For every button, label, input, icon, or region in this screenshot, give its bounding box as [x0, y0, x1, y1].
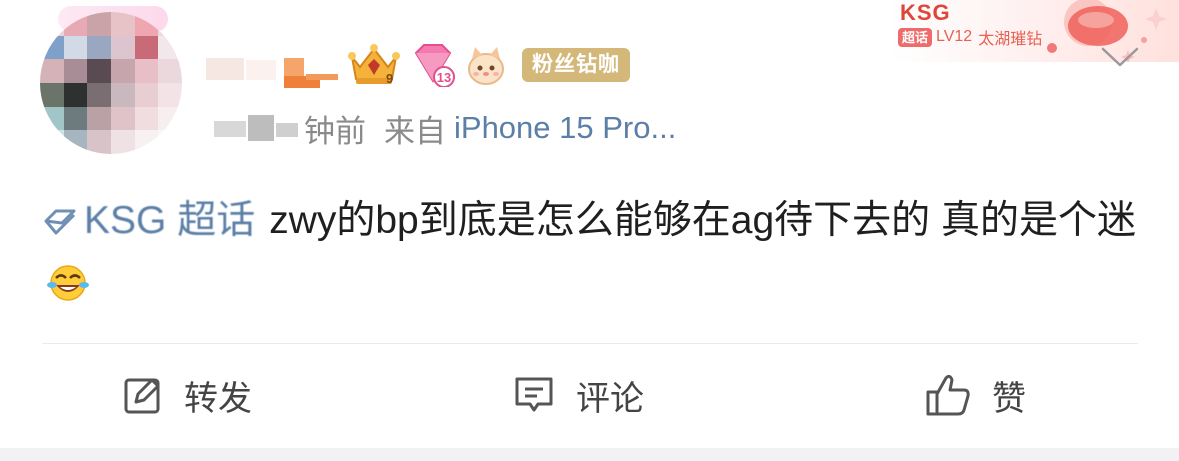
- comment-label: 评论: [576, 379, 644, 418]
- like-button[interactable]: 赞: [924, 372, 1026, 418]
- svg-text:9: 9: [386, 71, 393, 86]
- repost-button[interactable]: 转发: [122, 372, 252, 418]
- post-content: KSG 超话 zwy的bp到底是怎么能够在ag待下去的 真的是个迷: [42, 190, 1142, 314]
- user-badges: 9 13 粉丝钻咖: [346, 42, 630, 88]
- supertopic-tag: 超话: [898, 27, 933, 47]
- thumbs-up-icon: [926, 374, 970, 416]
- time-obscured: [214, 113, 302, 143]
- cat-mascot-icon[interactable]: [464, 43, 508, 87]
- weibo-post: 9 13 粉丝钻咖 钟前 来自 iPhone 15 Pro... KSG 超话 …: [0, 0, 1179, 448]
- supertopic-link[interactable]: KSG 超话: [42, 190, 255, 252]
- source-device[interactable]: iPhone 15 Pro...: [454, 110, 676, 146]
- repost-label: 转发: [184, 379, 252, 418]
- like-label: 赞: [992, 379, 1026, 418]
- post-meta: 钟前 来自 iPhone 15 Pro...: [214, 108, 676, 149]
- fan-tag-badge[interactable]: 粉丝钻咖: [522, 48, 630, 82]
- chevron-down-icon[interactable]: [1100, 44, 1140, 70]
- username-obscured[interactable]: [206, 50, 342, 90]
- fan-card-level-line: 超话 LV12 太湖璀钻: [898, 26, 1042, 48]
- divider: [42, 343, 1138, 344]
- avatar[interactable]: [40, 12, 182, 154]
- laugh-cry-emoji-icon: [47, 265, 89, 301]
- repost-icon: [124, 378, 160, 414]
- supertopic-icon: [44, 209, 76, 235]
- comment-button[interactable]: 评论: [512, 372, 644, 418]
- post-time: 钟前: [304, 113, 366, 149]
- svg-text:13: 13: [437, 70, 451, 85]
- feed-separator: [0, 448, 1179, 461]
- diamond-level-icon[interactable]: 13: [410, 43, 456, 87]
- action-bar: 转发 评论 赞: [0, 350, 1179, 440]
- fan-card-title: KSG: [900, 0, 951, 25]
- source-label: 来自: [384, 113, 446, 149]
- post-text: zwy的bp到底是怎么能够在ag待下去的 真的是个迷: [269, 199, 1136, 242]
- crown-level-icon[interactable]: 9: [346, 43, 402, 87]
- comment-icon: [515, 377, 553, 412]
- fan-card-level: LV12: [936, 28, 973, 45]
- supertopic-name: KSG 超话: [84, 199, 256, 242]
